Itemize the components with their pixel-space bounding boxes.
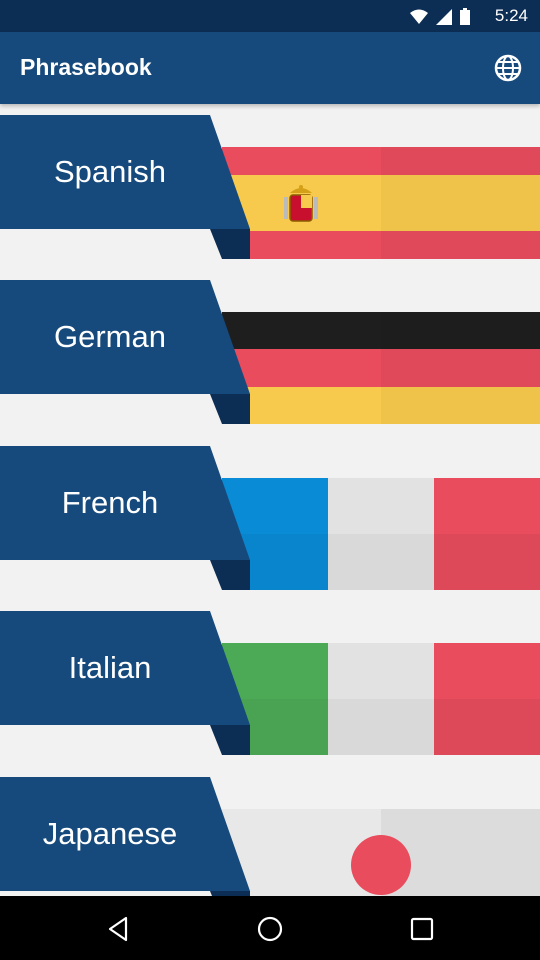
language-row-spanish[interactable]: Spanish bbox=[0, 115, 540, 261]
language-banner[interactable]: Italian bbox=[0, 611, 250, 757]
language-list: Spanish German French Italian Japanese bbox=[0, 104, 540, 896]
language-banner[interactable]: German bbox=[0, 280, 250, 426]
language-row-german[interactable]: German bbox=[0, 280, 540, 426]
language-banner[interactable]: Spanish bbox=[0, 115, 250, 261]
language-label: Spanish bbox=[53, 154, 167, 189]
status-time: 5:24 bbox=[494, 6, 528, 25]
home-icon[interactable] bbox=[257, 916, 283, 942]
italy-flag bbox=[222, 643, 540, 755]
globe-icon[interactable] bbox=[494, 54, 522, 82]
status-bar: 5:24 bbox=[0, 0, 540, 32]
language-label: German bbox=[54, 319, 166, 354]
status-icons bbox=[410, 8, 470, 25]
back-icon[interactable] bbox=[106, 916, 132, 942]
signal-icon bbox=[436, 8, 452, 25]
app-bar: Phrasebook bbox=[0, 32, 540, 104]
language-row-japanese[interactable]: Japanese bbox=[0, 777, 540, 896]
france-flag bbox=[222, 478, 540, 590]
navigation-bar bbox=[0, 896, 540, 960]
wifi-icon bbox=[410, 9, 428, 24]
language-label: French bbox=[61, 485, 159, 520]
language-row-italian[interactable]: Italian bbox=[0, 611, 540, 757]
battery-icon bbox=[460, 8, 470, 25]
germany-flag bbox=[222, 312, 540, 424]
language-label: Italian bbox=[68, 650, 152, 685]
language-banner[interactable]: French bbox=[0, 446, 250, 592]
recents-icon[interactable] bbox=[409, 916, 435, 942]
language-label: Japanese bbox=[42, 816, 178, 851]
language-banner[interactable]: Japanese bbox=[0, 777, 250, 896]
spain-flag bbox=[222, 147, 540, 259]
app-title: Phrasebook bbox=[20, 54, 152, 80]
japan-flag bbox=[222, 809, 540, 896]
language-row-french[interactable]: French bbox=[0, 446, 540, 592]
